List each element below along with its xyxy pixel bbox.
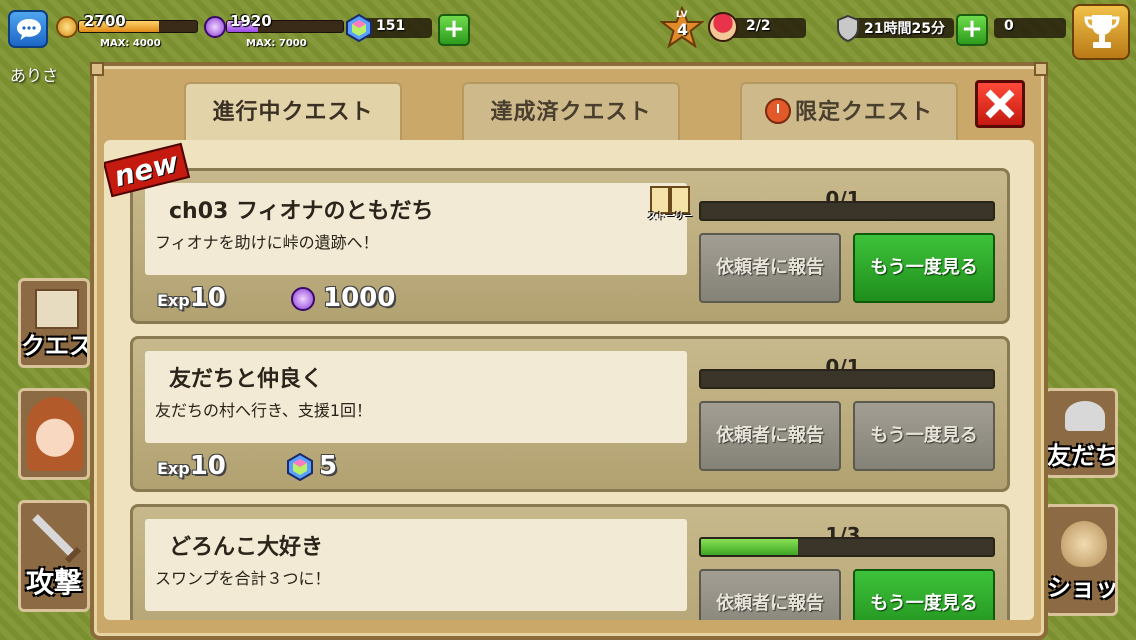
gold-resource: 2700 MAX: 4000 [56,12,198,49]
quest-list[interactable]: ch03 フィオナのともだち フィオナを助けに峠の遺跡へ！ ストーリー Exp1… [104,140,1034,620]
trophy-icon [1084,15,1120,48]
top-bar: ありさ 2700 MAX: 4000 1920 MAX: 7000 151 + … [0,0,1136,85]
gems-value: 151 [376,18,406,34]
friends-side-button[interactable]: 友だち [1044,388,1118,478]
level-value: 4 [677,20,689,39]
money-bag-icon [1061,521,1107,567]
friends-side-label: 友だち [1047,442,1118,470]
exp-label: Exp [157,459,190,478]
tab-limited-label: 限定クエスト [794,100,933,125]
player-name: ありさ [10,66,59,85]
gem-icon [346,14,372,42]
quest-side-label: クエスト [21,332,87,360]
attack-side-label: 攻撃 [25,566,82,599]
quest-title: どろんこ大好き [169,535,324,560]
report-button[interactable]: 依頼者に報告 [699,401,841,471]
quest-progress-bar [699,201,995,221]
quest-reward: 1000 [323,283,396,313]
quest-exp: Exp10 [157,283,226,313]
exp-value: 10 [189,283,226,313]
panel-corner [90,62,104,76]
story-icon-label: ストーリー [647,212,693,222]
quest-board-icon [35,289,79,329]
quest-exp: Exp10 [157,451,226,481]
shield-icon [837,14,859,42]
level-label: LV [676,10,688,20]
report-button[interactable]: 依頼者に報告 [699,569,841,620]
quest-title: 友だちと仲良く [169,367,324,392]
gold-value: 2700 [84,12,126,30]
quest-info: どろんこ大好き スワンプを合計３つに！ [145,519,687,611]
story-book-icon: ストーリー [647,183,693,223]
quest-side-button[interactable]: クエスト [18,278,90,368]
buy-gems-button[interactable]: + [438,14,470,46]
chat-button[interactable] [8,10,48,48]
quest-title: ch03 フィオナのともだち [169,199,434,224]
quest-info: ch03 フィオナのともだち フィオナを助けに峠の遺跡へ！ ストーリー [145,183,693,275]
elixir-icon [204,16,226,38]
trophy-value: 0 [1004,18,1014,34]
shop-side-label: ショップ [1047,574,1118,602]
quest-progress-bar [699,369,995,389]
elixir-icon [291,287,315,311]
replay-button[interactable]: もう一度見る [853,233,995,303]
quest-progress-bar [699,537,995,557]
timer-icon [764,98,791,124]
report-button[interactable]: 依頼者に報告 [699,233,841,303]
tab-completed-label: 達成済クエスト [490,100,652,125]
tab-limited[interactable]: 限定クエスト [740,82,958,140]
units-value: 2/2 [746,18,771,34]
trophy-button[interactable] [1072,4,1130,60]
replay-button[interactable]: もう一度見る [853,569,995,620]
sword-icon [32,514,82,564]
gem-icon [287,453,313,481]
hero-side-button[interactable] [18,388,90,480]
shield-value: 21時間25分 [864,21,945,37]
close-button[interactable] [975,80,1025,128]
gold-max: MAX: 4000 [100,38,161,49]
shop-side-button[interactable]: ショップ [1044,504,1118,616]
builder-icon [708,12,738,42]
tab-in-progress[interactable]: 進行中クエスト [184,82,402,140]
tab-completed[interactable]: 達成済クエスト [462,82,680,140]
quest-card: ch03 フィオナのともだち フィオナを助けに峠の遺跡へ！ ストーリー Exp1… [130,168,1010,324]
replay-button[interactable]: もう一度見る [853,401,995,471]
exp-value: 10 [189,451,226,481]
quest-description: スワンプを合計３つに！ [155,569,331,588]
quest-panel: 進行中クエスト 達成済クエスト 限定クエスト ch03 フィオナのともだち フィ… [90,62,1048,640]
exp-label: Exp [157,291,190,310]
hero-portrait-icon [27,397,83,471]
elixir-value: 1920 [230,12,272,30]
quest-card: どろんこ大好き スワンプを合計３つに！ 1/3 依頼者に報告 もう一度見る [130,504,1010,620]
quest-description: 友だちの村へ行き、支援1回！ [155,401,373,420]
elixir-resource: 1920 MAX: 7000 [204,12,344,49]
quest-card: 友だちと仲良く 友だちの村へ行き、支援1回！ Exp10 5 0/1 依頼者に報… [130,336,1010,492]
quest-reward: 5 [319,451,338,481]
buy-shield-button[interactable]: + [956,14,988,46]
gold-icon [56,16,78,38]
panel-corner [1034,62,1048,76]
quest-info: 友だちと仲良く 友だちの村へ行き、支援1回！ [145,351,687,443]
close-icon [985,89,1015,119]
attack-side-button[interactable]: 攻撃 [18,500,90,612]
chat-icon [17,19,41,40]
quest-description: フィオナを助けに峠の遺跡へ！ [155,233,379,252]
elixir-max: MAX: 7000 [246,38,307,49]
friends-icon [1065,401,1105,431]
